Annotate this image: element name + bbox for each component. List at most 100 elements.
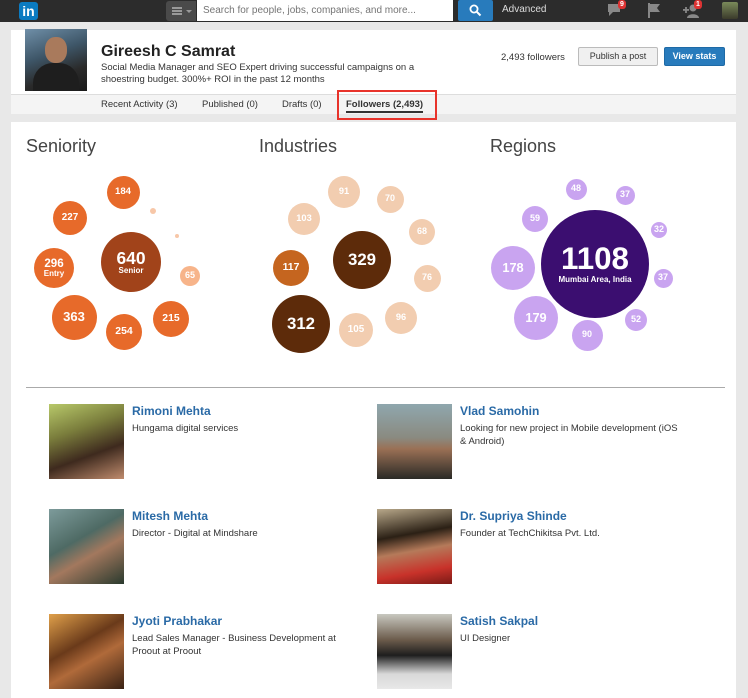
bubble-value: 640 xyxy=(116,247,146,268)
tab-drafts[interactable]: Drafts (0) xyxy=(282,99,322,110)
profile-name[interactable]: Gireesh C Samrat xyxy=(101,43,235,61)
logo-text: in xyxy=(19,2,38,20)
follower-photo[interactable] xyxy=(377,614,452,689)
advanced-search-link[interactable]: Advanced xyxy=(502,4,546,15)
bubble-seniority[interactable]: 296 Entry xyxy=(34,248,74,288)
bubble-regions[interactable]: 48 xyxy=(565,178,587,200)
bubble-regions[interactable]: 52 xyxy=(625,309,647,331)
bubble-regions[interactable]: 32 xyxy=(651,222,667,238)
follower-name[interactable]: Dr. Supriya Shinde xyxy=(460,509,567,523)
follower-title: Director - Digital at Mindshare xyxy=(132,528,258,539)
bubble-regions[interactable]: 37 xyxy=(653,268,673,288)
profile-photo[interactable] xyxy=(25,29,87,91)
bubble-value: 48 xyxy=(570,183,581,194)
bubble-value: 68 xyxy=(416,226,427,237)
follower-photo[interactable] xyxy=(377,509,452,584)
follower-title: Founder at TechChikitsa Pvt. Ltd. xyxy=(460,528,600,539)
bubble-regions[interactable]: 59 xyxy=(522,206,548,232)
follower-title: Lead Sales Manager - Business Developmen… xyxy=(132,633,336,657)
bubble-industries[interactable]: 76 xyxy=(413,264,441,292)
follower-title: UI Designer xyxy=(460,633,511,644)
menu-icon xyxy=(172,7,182,15)
follower-photo[interactable] xyxy=(49,404,124,479)
follower-title: Hungama digital services xyxy=(132,423,239,434)
bubble-value: 96 xyxy=(395,312,407,323)
bubble-label: Entry xyxy=(43,268,65,278)
bubble-value: 105 xyxy=(347,323,365,335)
section-divider xyxy=(26,387,725,388)
regions-title: Regions xyxy=(490,136,557,156)
bubble-industries[interactable]: 103 xyxy=(288,203,320,235)
bubble-value: 90 xyxy=(581,329,592,340)
bubble-value: 117 xyxy=(282,261,300,273)
follower-photo[interactable] xyxy=(49,509,124,584)
chevron-down-icon xyxy=(186,10,192,13)
bubble-value: 37 xyxy=(619,189,630,200)
bubble-value: 178 xyxy=(502,260,524,276)
bubble-value: 76 xyxy=(421,272,432,283)
bubble-industries[interactable]: 96 xyxy=(385,302,417,334)
follower-photo[interactable] xyxy=(49,614,124,689)
bubble-regions[interactable]: 179 xyxy=(514,296,558,340)
search-category-dropdown[interactable] xyxy=(166,1,196,21)
bubble-seniority[interactable]: 227 xyxy=(53,201,87,235)
bubble-value: 91 xyxy=(338,186,350,197)
bubble-value: 215 xyxy=(162,312,180,324)
bubble-seniority[interactable]: 65 xyxy=(180,266,200,286)
tab-recent-activity[interactable]: Recent Activity (3) xyxy=(101,99,178,110)
bubble-seniority[interactable]: 640 Senior xyxy=(101,232,161,292)
account-avatar[interactable] xyxy=(722,2,738,19)
bubble-value: 1108 xyxy=(561,241,629,277)
bubble-industries[interactable]: 105 xyxy=(339,313,373,347)
bubble-seniority[interactable]: 184 xyxy=(106,175,140,209)
bubble-value: 254 xyxy=(115,325,133,337)
bubble-regions[interactable]: 1108 Mumbai Area, India xyxy=(541,210,649,318)
profile-headline: Social Media Manager and SEO Expert driv… xyxy=(101,62,415,85)
bubble-value: 227 xyxy=(61,211,79,223)
bubble-regions[interactable]: 90 xyxy=(571,319,603,351)
industries-title: Industries xyxy=(259,136,338,156)
add-connections-button[interactable]: 1 xyxy=(683,0,702,24)
follower-name[interactable]: Rimoni Mehta xyxy=(132,404,211,418)
connections-badge: 1 xyxy=(694,0,702,9)
bubble-regions[interactable]: 37 xyxy=(615,185,635,205)
bubble-value: 37 xyxy=(657,272,668,283)
bubble-seniority[interactable]: 254 xyxy=(106,314,142,350)
seniority-title: Seniority xyxy=(26,136,97,156)
bubble-industries[interactable]: 117 xyxy=(273,250,309,286)
bubble-seniority[interactable]: 363 xyxy=(51,294,97,340)
bubble-industries[interactable]: 70 xyxy=(376,185,404,213)
bubble-value: 363 xyxy=(63,309,85,325)
flag-icon xyxy=(648,3,660,18)
search-button[interactable] xyxy=(458,0,493,21)
follower-photo[interactable] xyxy=(377,404,452,479)
bubble-value: 70 xyxy=(384,193,395,204)
follower-name[interactable]: Vlad Samohin xyxy=(460,404,539,418)
follower-name[interactable]: Satish Sakpal xyxy=(460,614,538,628)
messages-button[interactable]: 9 xyxy=(606,0,626,24)
search-icon xyxy=(469,4,482,17)
bubble-industries[interactable]: 329 xyxy=(333,231,391,289)
bubble-value: 59 xyxy=(529,213,540,224)
follower-title: Looking for new project in Mobile develo… xyxy=(460,423,678,447)
publish-post-button[interactable]: Publish a post xyxy=(578,47,658,66)
tab-published[interactable]: Published (0) xyxy=(202,99,258,110)
bubble-label: Mumbai Area, India xyxy=(558,275,632,285)
bubble-regions[interactable]: 178 xyxy=(491,246,535,290)
view-stats-button[interactable]: View stats xyxy=(664,47,725,66)
bubble-value: 312 xyxy=(286,314,316,334)
linkedin-logo[interactable]: in xyxy=(7,1,38,21)
search-input[interactable] xyxy=(197,0,453,21)
bubble-industries[interactable]: 312 xyxy=(272,295,330,353)
bubble-value: 52 xyxy=(630,314,641,325)
notifications-button[interactable] xyxy=(646,2,662,24)
bubble-seniority[interactable]: 215 xyxy=(153,301,189,337)
bubble-industries[interactable]: 91 xyxy=(328,176,360,208)
messages-badge: 9 xyxy=(618,0,626,9)
bubble-value: 32 xyxy=(653,224,664,235)
follower-name[interactable]: Mitesh Mehta xyxy=(132,509,208,523)
bubble-value: 103 xyxy=(296,213,312,224)
bubble-industries[interactable]: 68 xyxy=(409,219,435,245)
top-navigation-bar: in Advanced 9 1 xyxy=(0,0,748,22)
follower-name[interactable]: Jyoti Prabhakar xyxy=(132,614,222,628)
